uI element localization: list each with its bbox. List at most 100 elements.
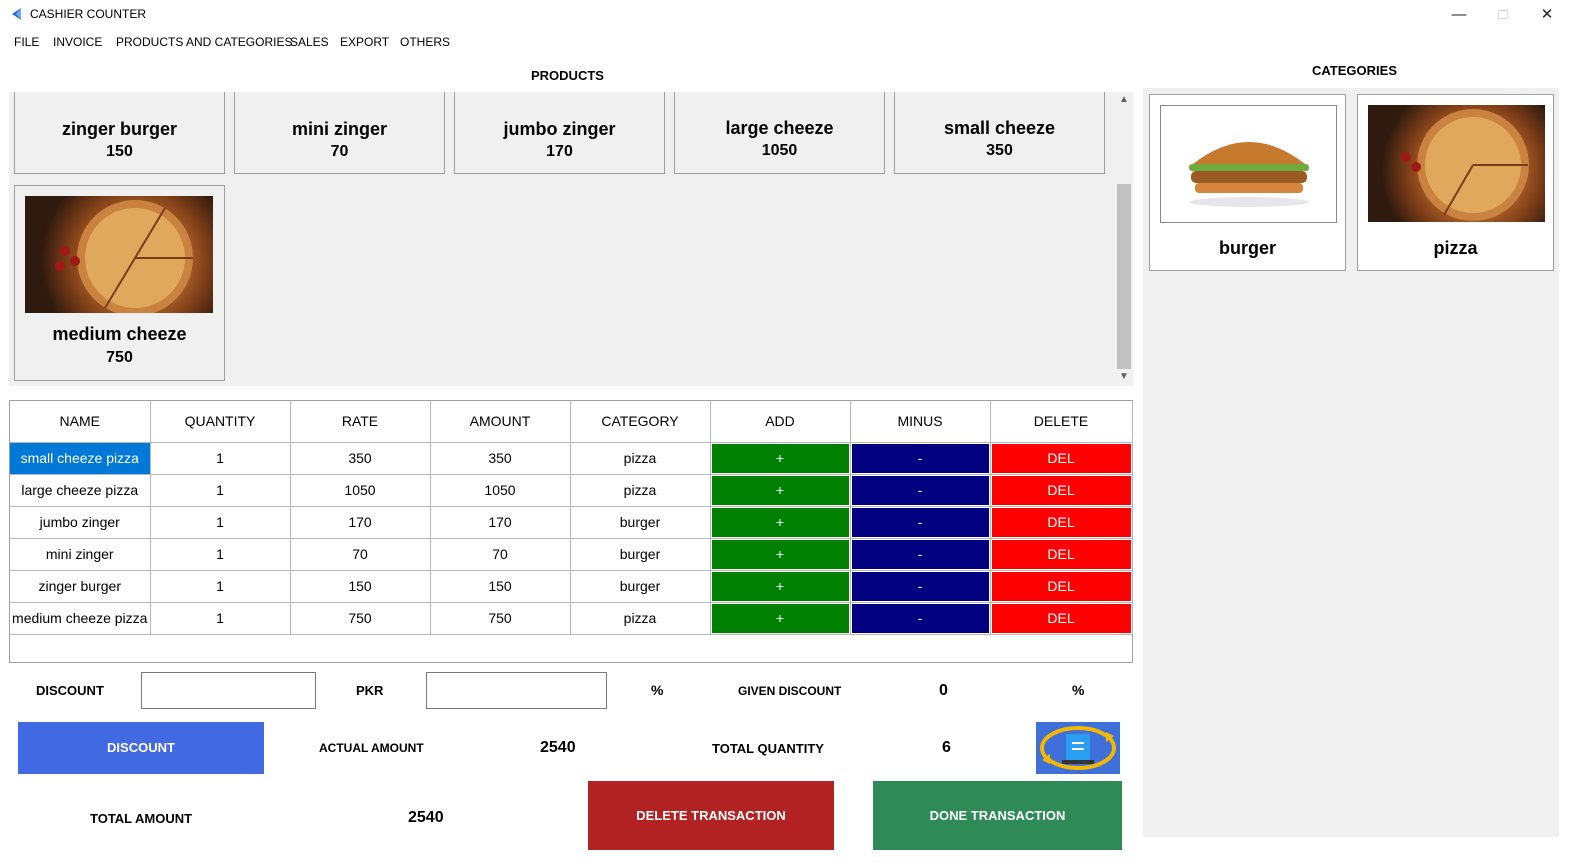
column-header-minus[interactable]: MINUS xyxy=(850,401,991,443)
product-card[interactable]: medium cheeze 750 xyxy=(14,185,225,381)
cell-rate[interactable]: 1050 xyxy=(290,474,431,507)
cell-rate[interactable]: 750 xyxy=(290,602,431,635)
column-header-name[interactable]: NAME xyxy=(10,401,151,443)
pizza-icon xyxy=(1401,109,1529,221)
cell-amount[interactable]: 750 xyxy=(430,602,571,635)
minimize-icon[interactable]: — xyxy=(1444,4,1474,26)
window-title: CASHIER COUNTER xyxy=(30,7,147,21)
products-scrollbar[interactable]: ▲ ▼ xyxy=(1115,92,1133,386)
cell-category[interactable]: pizza xyxy=(570,474,711,507)
product-card[interactable]: zinger burger 150 xyxy=(14,92,225,174)
scroll-down-icon[interactable]: ▼ xyxy=(1115,371,1133,382)
column-header-rate[interactable]: RATE xyxy=(290,401,431,443)
product-card[interactable]: mini zinger 70 xyxy=(234,92,445,174)
delete-button[interactable]: DEL xyxy=(991,571,1131,601)
minus-button[interactable]: - xyxy=(851,571,989,601)
add-button[interactable]: + xyxy=(711,539,849,569)
menu-products-and-categories[interactable]: PRODUCTS AND CATEGORIES xyxy=(116,35,292,49)
cell-name[interactable]: jumbo zinger xyxy=(10,506,151,539)
table-row[interactable]: jumbo zinger 1 170 170 burger + - DEL xyxy=(10,506,1133,539)
cell-quantity[interactable]: 1 xyxy=(150,474,291,507)
add-button[interactable]: + xyxy=(711,571,849,601)
menu-file[interactable]: FILE xyxy=(14,35,39,49)
category-card-pizza[interactable]: pizza xyxy=(1357,94,1554,271)
cell-category[interactable]: burger xyxy=(570,570,711,603)
column-header-add[interactable]: ADD xyxy=(710,401,851,443)
table-row[interactable]: medium cheeze pizza 1 750 750 pizza + - … xyxy=(10,602,1133,635)
minus-button[interactable]: - xyxy=(851,507,989,537)
cell-rate[interactable]: 170 xyxy=(290,506,431,539)
table-row[interactable]: zinger burger 1 150 150 burger + - DEL xyxy=(10,570,1133,603)
discount-input[interactable] xyxy=(141,672,316,709)
cell-amount[interactable]: 1050 xyxy=(430,474,571,507)
product-card[interactable]: large cheeze 1050 xyxy=(674,92,885,174)
cell-amount[interactable]: 170 xyxy=(430,506,571,539)
total-amount-value: 2540 xyxy=(408,809,444,826)
cell-category[interactable]: pizza xyxy=(570,442,711,475)
minus-button[interactable]: - xyxy=(851,603,989,633)
delete-button[interactable]: DEL xyxy=(991,507,1131,537)
product-name: jumbo zinger xyxy=(503,119,616,139)
column-header-category[interactable]: CATEGORY xyxy=(570,401,711,443)
cell-rate[interactable]: 150 xyxy=(290,570,431,603)
delete-button[interactable]: DEL xyxy=(991,603,1131,633)
column-header-amount[interactable]: AMOUNT xyxy=(430,401,571,443)
cell-category[interactable]: pizza xyxy=(570,602,711,635)
minus-button[interactable]: - xyxy=(851,443,989,473)
cell-amount[interactable]: 70 xyxy=(430,538,571,571)
column-header-delete[interactable]: DELETE xyxy=(990,401,1133,443)
cell-amount[interactable]: 150 xyxy=(430,570,571,603)
add-button[interactable]: + xyxy=(711,475,849,505)
burger-icon xyxy=(1189,142,1309,207)
add-button[interactable]: + xyxy=(711,603,849,633)
cell-quantity[interactable]: 1 xyxy=(150,442,291,475)
menu-export[interactable]: EXPORT xyxy=(340,35,389,49)
app-icon xyxy=(12,8,21,20)
minus-button[interactable]: - xyxy=(851,539,989,569)
product-price: 350 xyxy=(986,142,1013,159)
refresh-button[interactable] xyxy=(1036,722,1120,774)
actual-amount-value: 2540 xyxy=(540,739,576,756)
cell-quantity[interactable]: 1 xyxy=(150,602,291,635)
cell-quantity[interactable]: 1 xyxy=(150,506,291,539)
table-row[interactable]: large cheeze pizza 1 1050 1050 pizza + -… xyxy=(10,474,1133,507)
cell-amount[interactable]: 350 xyxy=(430,442,571,475)
cell-name[interactable]: large cheeze pizza xyxy=(10,474,151,507)
delete-button[interactable]: DEL xyxy=(991,475,1131,505)
cell-name[interactable]: medium cheeze pizza xyxy=(10,602,151,635)
cell-quantity[interactable]: 1 xyxy=(150,538,291,571)
discount-button[interactable]: DISCOUNT xyxy=(18,722,264,774)
product-name: mini zinger xyxy=(291,119,387,139)
menu-invoice[interactable]: INVOICE xyxy=(53,35,102,49)
pkr-input[interactable] xyxy=(426,672,607,709)
cell-rate[interactable]: 350 xyxy=(290,442,431,475)
scroll-thumb[interactable] xyxy=(1117,184,1131,369)
product-card[interactable]: jumbo zinger 170 xyxy=(454,92,665,174)
category-card-burger[interactable]: burger xyxy=(1149,94,1346,271)
close-icon[interactable]: ✕ xyxy=(1532,4,1562,26)
cell-category[interactable]: burger xyxy=(570,538,711,571)
cell-rate[interactable]: 70 xyxy=(290,538,431,571)
cell-name[interactable]: zinger burger xyxy=(10,570,151,603)
product-card[interactable]: small cheeze 350 xyxy=(894,92,1105,174)
table-row[interactable]: mini zinger 1 70 70 burger + - DEL xyxy=(10,538,1133,571)
add-button[interactable]: + xyxy=(711,443,849,473)
minus-button[interactable]: - xyxy=(851,475,989,505)
product-price: 150 xyxy=(106,143,133,160)
maximize-icon[interactable]: □ xyxy=(1488,4,1518,26)
cell-name[interactable]: mini zinger xyxy=(10,538,151,571)
table-row[interactable]: small cheeze pizza 1 350 350 pizza + - D… xyxy=(10,442,1133,475)
delete-button[interactable]: DEL xyxy=(991,539,1131,569)
cell-category[interactable]: burger xyxy=(570,506,711,539)
cell-quantity[interactable]: 1 xyxy=(150,570,291,603)
scroll-up-icon[interactable]: ▲ xyxy=(1115,94,1133,105)
column-header-quantity[interactable]: QUANTITY xyxy=(150,401,291,443)
menu-others[interactable]: OTHERS xyxy=(400,35,450,49)
delete-button[interactable]: DEL xyxy=(991,443,1131,473)
cell-name[interactable]: small cheeze pizza xyxy=(10,442,151,475)
menu-sales[interactable]: SALES xyxy=(290,35,329,49)
delete-transaction-button[interactable]: DELETE TRANSACTION xyxy=(588,781,834,850)
add-button[interactable]: + xyxy=(711,507,849,537)
done-transaction-button[interactable]: DONE TRANSACTION xyxy=(873,781,1122,850)
menu-bar: FILE INVOICE PRODUCTS AND CATEGORIES SAL… xyxy=(0,30,1596,52)
